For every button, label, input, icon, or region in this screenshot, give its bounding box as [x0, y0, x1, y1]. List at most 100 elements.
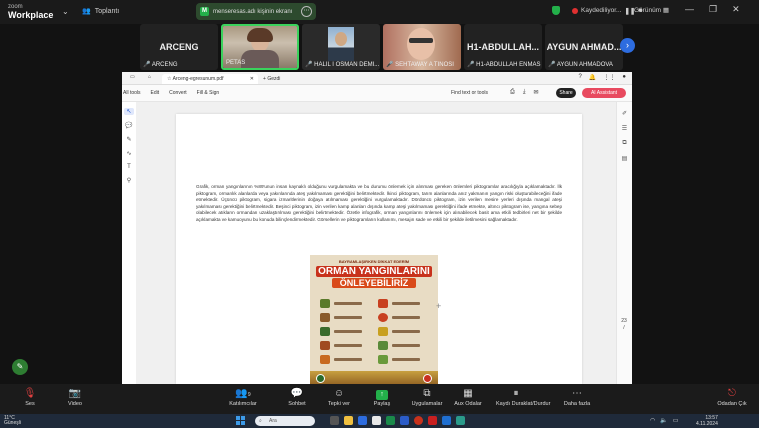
- view-button[interactable]: Görünüm ▦: [634, 6, 669, 14]
- acrobat-icon[interactable]: [428, 416, 437, 425]
- leave-button[interactable]: ⎋ Odadan Çık: [712, 387, 752, 407]
- participant-tile[interactable]: H1-ABDULLAH... 🎤 H1-ABDULLAH ENMAS: [464, 24, 542, 70]
- infographic-image: BAYRAMLAŞIRKEN DİKKAT EDERİM ORMAN YANGI…: [310, 255, 438, 387]
- participant-tile[interactable]: ARCENG 🎤 ARCENG: [140, 24, 218, 70]
- minimize-icon[interactable]: —: [685, 4, 694, 15]
- participant-tile[interactable]: 🎤 SEHTAWAY A TINOSI: [383, 24, 461, 70]
- page-number: 23: [621, 318, 627, 324]
- word-icon[interactable]: [400, 416, 409, 425]
- participant-tile[interactable]: AYGUN AHMAD... 🎤 AYGUN AHMADOVA: [545, 24, 623, 70]
- microphone-muted-icon: 🎙: [23, 388, 37, 399]
- close-tab-icon[interactable]: ✕: [250, 74, 254, 84]
- pages-icon[interactable]: ▤: [622, 155, 628, 162]
- view-options-icon[interactable]: ⋯: [301, 6, 312, 17]
- share-screen-button[interactable]: ↑ Paylaş: [362, 387, 402, 407]
- stamp-icon[interactable]: ⚲: [127, 177, 131, 184]
- text-box-icon[interactable]: T: [127, 164, 131, 170]
- draw-icon[interactable]: ∿: [126, 150, 131, 157]
- participant-tile[interactable]: 🎤 HALIL I OSMAN DEMI...: [302, 24, 380, 70]
- excel-icon[interactable]: [386, 416, 395, 425]
- pause-stop-recording-button[interactable]: ⏸ Kaydı Duraklat/Durdur: [496, 387, 550, 407]
- share-button[interactable]: Share: [556, 88, 576, 98]
- apps-grid-icon[interactable]: ⋮⋮: [603, 74, 615, 81]
- bookmarks-icon[interactable]: ⧉: [622, 140, 626, 147]
- menu-edit[interactable]: Edit: [151, 90, 160, 96]
- audio-button[interactable]: 🎙 Ses: [10, 387, 50, 407]
- windows-start-icon[interactable]: [236, 416, 245, 425]
- screen-share-indicator[interactable]: M menseresas.adı kişinin ekranı ⋯: [196, 3, 316, 20]
- chat-button[interactable]: 💬 Sohbet: [277, 387, 317, 407]
- menu-fill-sign[interactable]: Fill & Sign: [197, 90, 220, 96]
- find-tools-input[interactable]: Find text or tools: [451, 90, 488, 96]
- share-label: Paylaş: [373, 401, 391, 407]
- breakout-rooms-button[interactable]: ▦ Aux Odalar: [448, 387, 488, 407]
- participants-label: Katılımcılar: [229, 401, 257, 407]
- meetings-button[interactable]: 👥 Toplantı: [82, 7, 119, 16]
- weather-widget[interactable]: 11°C Güneşli: [4, 416, 21, 426]
- ai-assistant-button[interactable]: AI Assistant: [582, 88, 626, 98]
- more-button[interactable]: ⋯ Daha fazla: [557, 387, 597, 407]
- new-tab[interactable]: + Gezdi: [263, 74, 280, 84]
- taskbar-search[interactable]: ⌕ Ara: [255, 416, 315, 426]
- file-explorer-icon[interactable]: [344, 416, 353, 425]
- menu-icon[interactable]: ▭: [130, 74, 135, 80]
- document-area[interactable]: Grafik, orman yangınlarının %89'unun ins…: [136, 102, 616, 400]
- recording-indicator[interactable]: Kaydediliyor... ❚❚ ■: [552, 6, 642, 15]
- leave-label: Odadan Çık: [717, 401, 747, 407]
- pdf-left-toolbar: ↖ 💬 ✎ ∿ T ⚲: [124, 108, 134, 228]
- edit-panel-icon[interactable]: ✐: [622, 110, 627, 117]
- help-icon[interactable]: ?: [579, 74, 582, 81]
- participant-tile-active-speaker[interactable]: PETAS: [221, 24, 299, 70]
- next-page-arrow-icon[interactable]: ›: [620, 38, 635, 53]
- bell-icon[interactable]: 🔔: [589, 74, 596, 81]
- participant-name: 🎤 H1-ABDULLAH ENMAS: [467, 62, 541, 68]
- comment-icon[interactable]: 💬: [125, 122, 132, 129]
- pdf-toolbar: All tools Edit Convert Fill & Sign Find …: [122, 85, 632, 102]
- participant-strip: ARCENG 🎤 ARCENG PETAS 🎤 HALIL I OSMAN DE…: [140, 24, 640, 71]
- menu-all-tools[interactable]: All tools: [123, 90, 141, 96]
- store-icon[interactable]: [372, 416, 381, 425]
- teams-icon[interactable]: [456, 416, 465, 425]
- participant-name: 🎤 HALIL I OSMAN DEMI...: [305, 62, 380, 68]
- participant-display-name: H1-ABDULLAH...: [467, 42, 539, 52]
- poster-title-sub: ÖNLEYEBİLİRİZ: [332, 278, 416, 288]
- maximize-icon[interactable]: ❐: [709, 4, 717, 15]
- zoom-app-icon[interactable]: [358, 416, 367, 425]
- apps-button[interactable]: ⧉ Uygulamalar: [407, 387, 447, 407]
- print-icon[interactable]: ⎙: [510, 89, 515, 96]
- new-tab-label: Gezdi: [267, 76, 281, 82]
- reaction-label: Tepki ver: [327, 401, 350, 407]
- participants-button[interactable]: 👥9 Katılımcılar: [223, 387, 263, 407]
- close-icon[interactable]: ✕: [732, 4, 740, 15]
- chat-label: Sohbet: [288, 401, 306, 407]
- annotate-pen-icon[interactable]: ✎: [12, 359, 28, 375]
- participant-count: 9: [247, 392, 251, 398]
- pdf-toolbar-icons: ⎙ ⤓ ✉: [510, 89, 539, 96]
- share-icon: ↑: [362, 387, 402, 401]
- breakout-icon: ▦: [463, 388, 473, 399]
- profile-icon[interactable]: ●: [622, 74, 626, 81]
- highlight-pen-icon[interactable]: ✎: [126, 136, 131, 143]
- reaction-button[interactable]: ☺ Tepki ver: [319, 387, 359, 407]
- participants-icon: 👥9: [235, 388, 251, 399]
- chrome-icon[interactable]: [414, 416, 423, 425]
- save-icon[interactable]: ⤓: [523, 89, 526, 96]
- participant-name: PETAS: [226, 60, 246, 66]
- outlook-icon[interactable]: [442, 416, 451, 425]
- tab-pdf[interactable]: ☆ Arceng-egresunum.pdf ✕: [162, 74, 258, 84]
- battery-icon[interactable]: ▭: [673, 417, 679, 424]
- pdf-right-panel: ✐ ☰ ⧉ ▤: [616, 102, 632, 384]
- menu-convert[interactable]: Convert: [169, 90, 187, 96]
- volume-icon[interactable]: 🔈: [660, 417, 667, 424]
- chevron-down-icon[interactable]: ⌄: [62, 7, 69, 16]
- wifi-icon[interactable]: ◠: [650, 417, 655, 424]
- page-indicator[interactable]: 23 /: [619, 318, 629, 332]
- tab-title: Arceng-egresunum.pdf: [172, 76, 224, 82]
- mail-icon[interactable]: ✉: [533, 89, 538, 96]
- home-icon[interactable]: ⌂: [148, 74, 151, 80]
- taskbar-clock[interactable]: 13:57 4.11.2024: [696, 415, 718, 427]
- video-button[interactable]: 📷 Video: [55, 387, 95, 407]
- select-cursor-icon[interactable]: ↖: [124, 108, 134, 115]
- comments-panel-icon[interactable]: ☰: [622, 125, 627, 132]
- task-view-icon[interactable]: [330, 416, 339, 425]
